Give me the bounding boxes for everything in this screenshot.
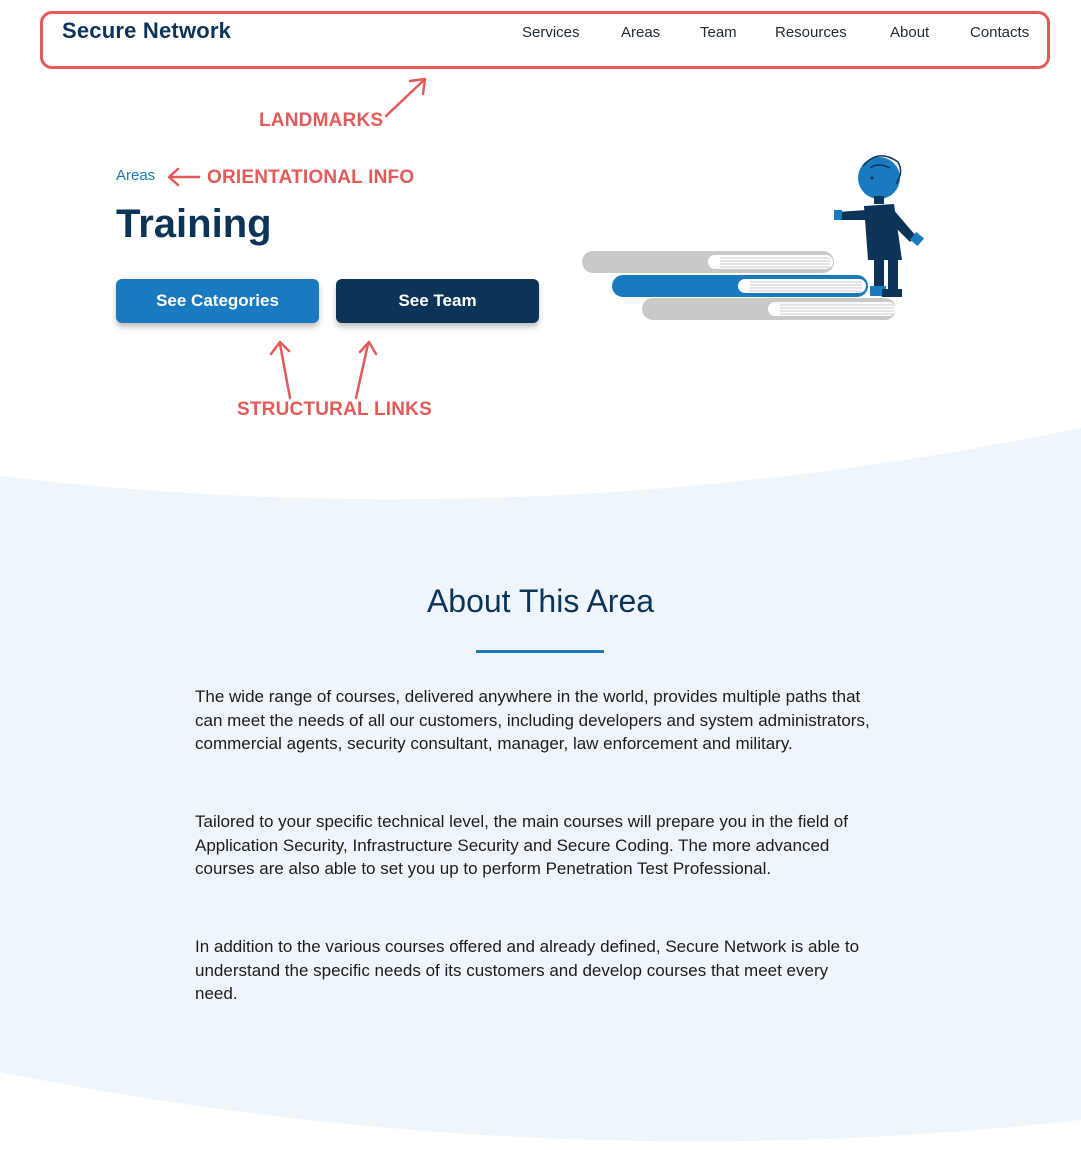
about-paragraph-2: Tailored to your specific technical leve… xyxy=(195,812,848,878)
nav-team[interactable]: Team xyxy=(700,24,737,41)
nav-contacts[interactable]: Contacts xyxy=(970,24,1029,41)
about-section-title: About This Area xyxy=(426,583,655,619)
structural-links-label: STRUCTURAL LINKS xyxy=(237,399,432,420)
nav-about[interactable]: About xyxy=(890,24,929,41)
nav-resources[interactable]: Resources xyxy=(775,24,847,41)
about-paragraph-3: In addition to the various courses offer… xyxy=(195,937,860,1003)
nav-services[interactable]: Services xyxy=(522,24,580,41)
orientational-arrow-icon xyxy=(167,167,201,187)
landmarks-label: LANDMARKS xyxy=(259,110,384,131)
training-illustration xyxy=(582,155,925,320)
site-logo[interactable]: Secure Network xyxy=(62,18,231,44)
about-paragraph-1: The wide range of courses, delivered any… xyxy=(195,687,870,753)
about-title-underline xyxy=(476,650,604,653)
structural-links-arrows-icon xyxy=(269,340,378,400)
orientational-info-label: ORIENTATIONAL INFO xyxy=(207,167,415,188)
see-team-button[interactable]: See Team xyxy=(336,279,539,323)
breadcrumb-areas[interactable]: Areas xyxy=(116,167,155,184)
landmarks-arrow-icon xyxy=(384,77,427,118)
nav-areas[interactable]: Areas xyxy=(621,24,660,41)
page-title: Training xyxy=(116,202,272,246)
see-categories-button[interactable]: See Categories xyxy=(116,279,319,323)
